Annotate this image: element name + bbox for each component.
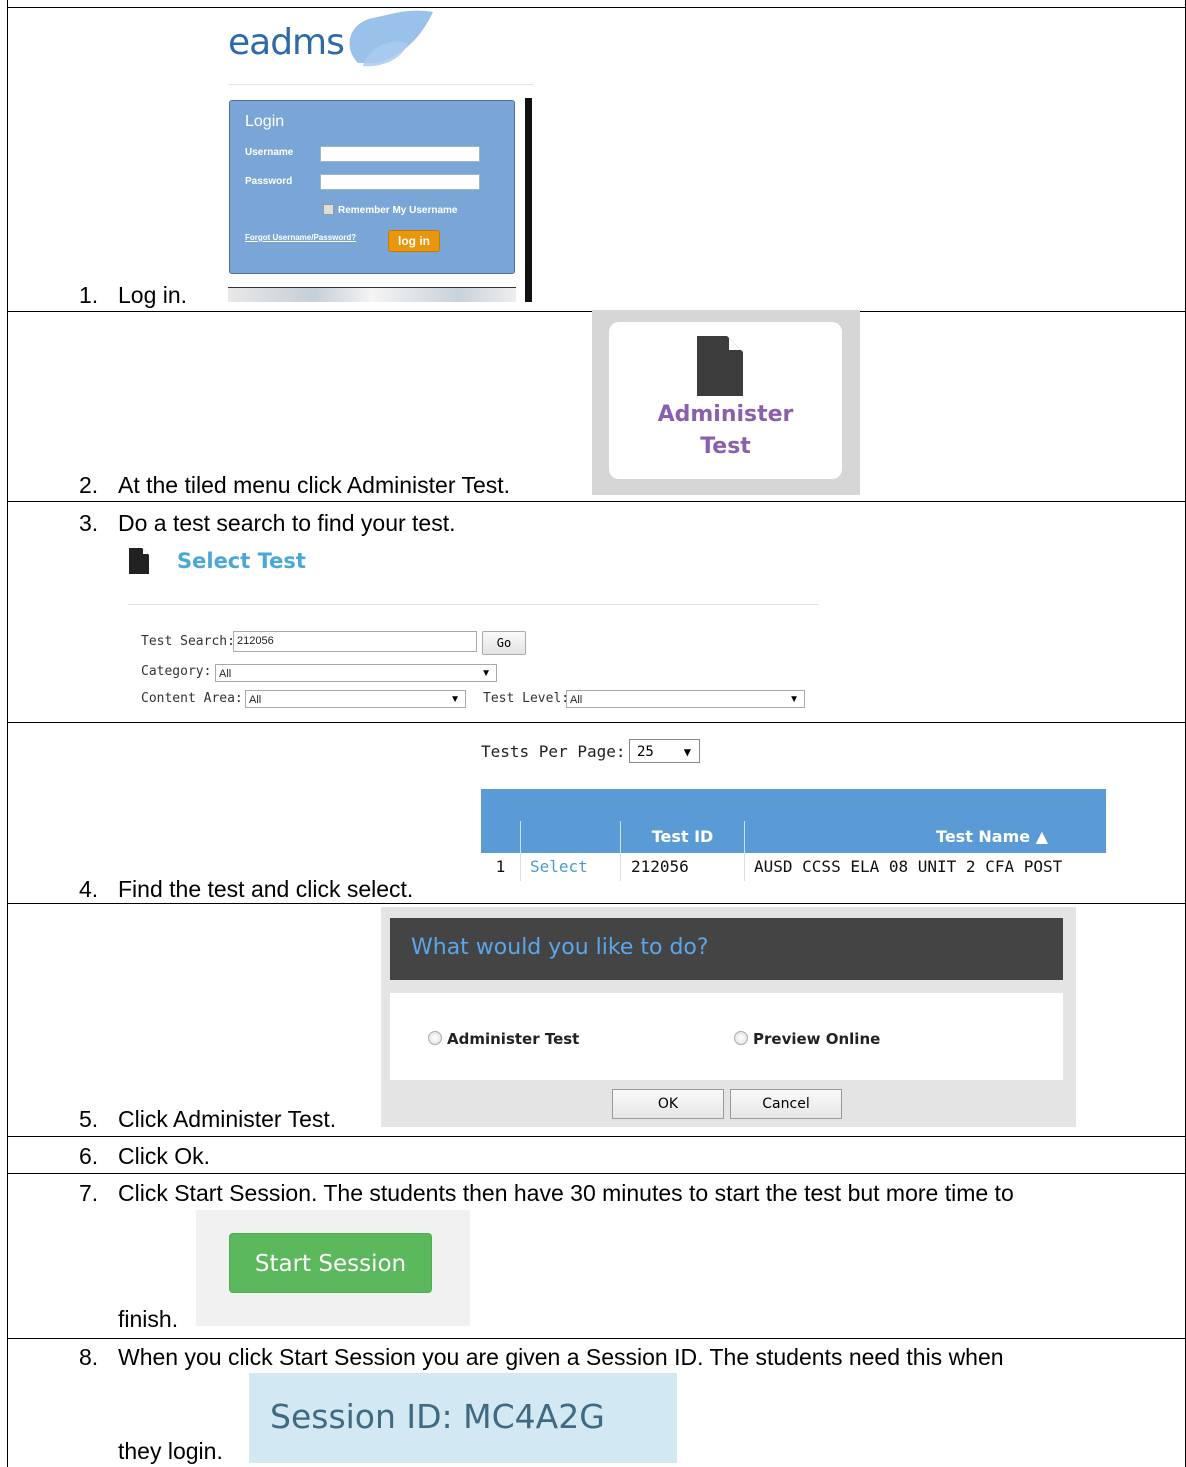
document-icon (697, 336, 743, 396)
step-number: 6. (79, 1143, 99, 1169)
session-id-text: Session ID: MC4A2G (270, 1397, 605, 1436)
tests-per-page-select[interactable]: 25 ▼ (629, 739, 700, 763)
row-divider (7, 1338, 1186, 1339)
administer-test-radio[interactable] (428, 1031, 442, 1045)
step-number: 4. (79, 876, 99, 902)
select-test-title: Select Test (177, 549, 306, 573)
login-panel: Login Username Password Remember My User… (229, 100, 515, 274)
remember-label: Remember My Username (338, 205, 458, 216)
login-button[interactable]: log in (388, 230, 440, 252)
step-text: Do a test search to find your test. (118, 510, 456, 536)
row-divider (7, 722, 1186, 723)
dialog-header: What would you like to do? (390, 918, 1063, 980)
administer-test-tile[interactable]: Administer Test (609, 322, 842, 479)
step-number: 5. (79, 1106, 99, 1132)
row-divider (7, 7, 1186, 8)
forgot-password-link[interactable]: Forgot Username/Password? (245, 233, 356, 242)
step-text: Log in. (118, 282, 188, 308)
butterfly-icon (349, 10, 433, 67)
tile-label: Administer (657, 402, 794, 427)
column-header (481, 821, 520, 853)
preview-online-radio[interactable] (734, 1031, 748, 1045)
preview-online-option[interactable]: Preview Online (753, 1030, 880, 1048)
remember-checkbox[interactable] (323, 204, 334, 215)
logo-text: eadms (228, 22, 345, 63)
dropdown-arrow-icon: ▼ (481, 668, 491, 679)
test-level-value: All (570, 694, 583, 706)
step-7-continuation: finish. (118, 1306, 178, 1332)
content-area-value: All (249, 694, 262, 706)
table-row: 1 Select 212056 AUSD CCSS ELA 08 UNIT 2 … (481, 853, 1106, 881)
ok-button[interactable]: OK (612, 1089, 724, 1119)
dialog-title: What would you like to do? (411, 935, 709, 960)
test-level-label: Test Level: (483, 691, 570, 706)
test-level-select[interactable]: All ▼ (566, 690, 805, 708)
row-divider (7, 1173, 1186, 1174)
dropdown-arrow-icon: ▼ (789, 694, 799, 705)
step-text: Click Administer Test. (118, 1106, 337, 1132)
divider (128, 604, 818, 605)
step-text: Click Ok. (118, 1143, 210, 1169)
step-number: 3. (79, 510, 99, 536)
column-header (520, 821, 620, 853)
step-text: they login. (118, 1438, 223, 1464)
username-label: Username (245, 147, 294, 158)
test-name-cell: AUSD CCSS ELA 08 UNIT 2 CFA POST (744, 853, 1106, 881)
category-select[interactable]: All ▼ (215, 664, 497, 682)
go-button[interactable]: Go (482, 631, 526, 655)
column-header-test-id[interactable]: Test ID (620, 821, 744, 853)
step-number: 1. (79, 282, 99, 308)
results-table-header: Test ID Test Name ▲ (481, 821, 1106, 853)
tile-label: Test (700, 434, 751, 459)
column-header-test-name[interactable]: Test Name ▲ (744, 821, 1106, 853)
content-area-select[interactable]: All ▼ (245, 690, 466, 708)
document-icon (129, 548, 149, 574)
dropdown-arrow-icon: ▼ (683, 745, 691, 759)
step-text: Click Start Session. The students then h… (118, 1180, 1014, 1206)
dropdown-arrow-icon: ▼ (450, 694, 460, 705)
page-edge (525, 98, 532, 302)
row-divider (7, 501, 1186, 502)
table-left-border (7, 0, 8, 1467)
step-number: 8. (79, 1344, 99, 1370)
photo-banner (228, 287, 516, 302)
row-divider (7, 1136, 1186, 1137)
results-table-banner (481, 789, 1106, 821)
step-number: 7. (79, 1180, 99, 1206)
password-label: Password (245, 176, 293, 187)
test-id-cell: 212056 (620, 853, 744, 881)
username-field[interactable] (320, 146, 480, 162)
category-value: All (219, 668, 232, 680)
row-divider (7, 903, 1186, 904)
select-link[interactable]: Select (520, 853, 620, 881)
step-text: finish. (118, 1306, 179, 1332)
test-search-value: 212056 (237, 635, 274, 647)
row-number: 1 (495, 857, 506, 876)
test-search-label: Test Search: (141, 634, 235, 649)
dialog-body: Administer Test Preview Online (390, 993, 1063, 1080)
test-search-input[interactable]: 212056 (233, 631, 477, 652)
tests-per-page-label: Tests Per Page: (481, 742, 626, 761)
step-text: When you click Start Session you are giv… (118, 1344, 1004, 1370)
tests-per-page-value: 25 (637, 744, 654, 760)
login-title: Login (245, 113, 285, 130)
divider (228, 84, 533, 85)
session-id-panel: Session ID: MC4A2G (249, 1373, 677, 1463)
category-label: Category: (141, 664, 212, 679)
step-number: 2. (79, 472, 99, 498)
step-text: At the tiled menu click Administer Test. (118, 472, 511, 498)
administer-test-option[interactable]: Administer Test (447, 1030, 579, 1048)
eadms-logo: eadms (228, 8, 438, 70)
step-text: Find the test and click select. (118, 876, 414, 902)
step-8-continuation: they login. (118, 1438, 223, 1464)
content-area-label: Content Area: (141, 691, 243, 706)
password-field[interactable] (320, 174, 480, 190)
start-session-button[interactable]: Start Session (229, 1233, 432, 1293)
cancel-button[interactable]: Cancel (730, 1089, 842, 1119)
